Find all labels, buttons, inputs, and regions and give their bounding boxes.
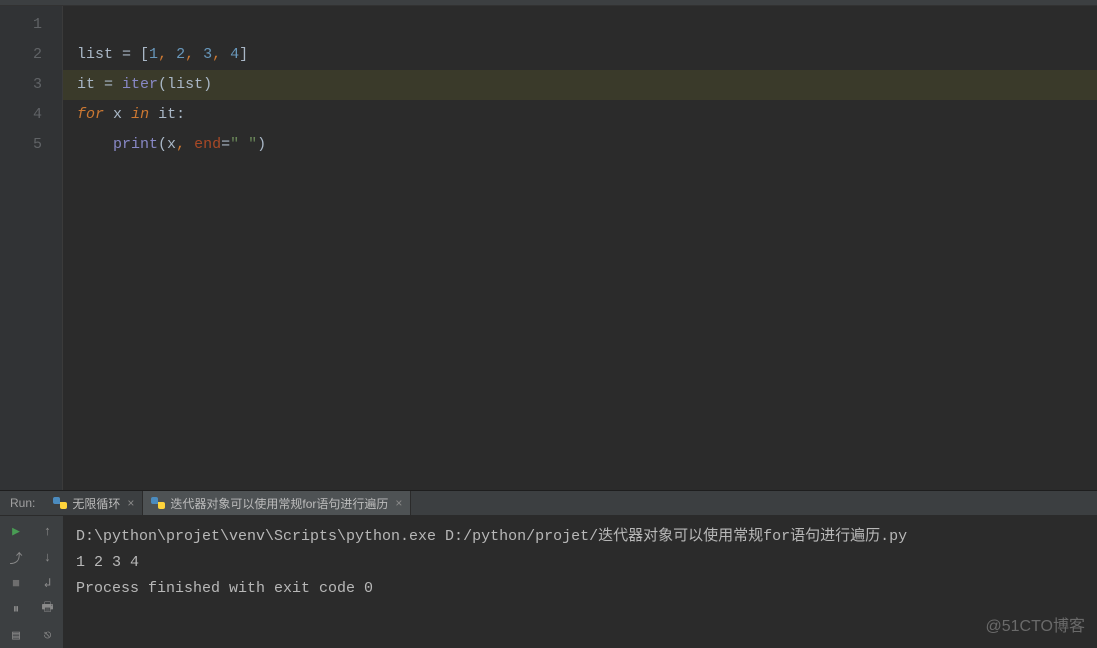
print-icon[interactable]: 🖶 bbox=[39, 600, 57, 618]
code-editor[interactable]: list = [1, 2, 3, 4] it = iter(list) for … bbox=[63, 6, 1097, 490]
console-command: D:\python\projet\venv\Scripts\python.exe… bbox=[76, 524, 1085, 550]
run-tab-0[interactable]: 无限循环 × bbox=[45, 491, 143, 515]
pause-icon[interactable]: ⏸ bbox=[7, 600, 25, 618]
line-number: 3 bbox=[0, 70, 42, 100]
debug-icon[interactable]: ⤴ bbox=[7, 548, 25, 566]
editor-area: 1 2 3 4 5 list = [1, 2, 3, 4] it = iter(… bbox=[0, 6, 1097, 490]
layout-icon[interactable]: ▤ bbox=[7, 626, 25, 644]
run-panel: Run: 无限循环 × 迭代器对象可以使用常规for语句进行遍历 × ▶ ⤴ ■… bbox=[0, 490, 1097, 648]
run-tab-1[interactable]: 迭代器对象可以使用常规for语句进行遍历 × bbox=[143, 491, 411, 515]
code-line-5[interactable]: print(x, end=" ") bbox=[77, 130, 1097, 160]
console-exit: Process finished with exit code 0 bbox=[76, 576, 1085, 602]
rerun-icon[interactable]: ▶ bbox=[7, 522, 25, 540]
close-icon[interactable]: × bbox=[127, 496, 134, 510]
run-body: ▶ ⤴ ■ ⏸ ▤ ↑ ↓ ↲ 🖶 ⎋ D:\python\projet\ven… bbox=[0, 515, 1097, 648]
code-line-1[interactable] bbox=[77, 10, 1097, 40]
line-number: 2 bbox=[0, 40, 42, 70]
run-toolbar-second: ↑ ↓ ↲ 🖶 ⎋ bbox=[32, 516, 64, 648]
code-line-4[interactable]: for x in it: bbox=[77, 100, 1097, 130]
console-stdout: 1 2 3 4 bbox=[76, 550, 1085, 576]
line-number: 4 bbox=[0, 100, 42, 130]
line-number: 1 bbox=[0, 10, 42, 40]
python-icon bbox=[53, 496, 67, 510]
python-icon bbox=[151, 496, 165, 510]
console-output[interactable]: D:\python\projet\venv\Scripts\python.exe… bbox=[64, 516, 1097, 648]
stop-icon[interactable]: ■ bbox=[7, 574, 25, 592]
run-tab-label: 无限循环 bbox=[72, 495, 120, 512]
run-tab-label: 迭代器对象可以使用常规for语句进行遍历 bbox=[170, 495, 388, 512]
line-number-gutter: 1 2 3 4 5 bbox=[0, 6, 63, 490]
code-line-2[interactable]: list = [1, 2, 3, 4] bbox=[77, 40, 1097, 70]
close-icon[interactable]: × bbox=[395, 496, 402, 510]
run-toolbar-left: ▶ ⤴ ■ ⏸ ▤ bbox=[0, 516, 32, 648]
run-tabs-row: Run: 无限循环 × 迭代器对象可以使用常规for语句进行遍历 × bbox=[0, 491, 1097, 515]
line-number: 5 bbox=[0, 130, 42, 160]
wrap-icon[interactable]: ↲ bbox=[39, 574, 57, 592]
up-icon[interactable]: ↑ bbox=[39, 522, 57, 540]
run-label: Run: bbox=[0, 496, 45, 510]
code-line-3[interactable]: it = iter(list) bbox=[63, 70, 1097, 100]
filter-icon[interactable]: ⎋ bbox=[39, 626, 57, 644]
down-icon[interactable]: ↓ bbox=[39, 548, 57, 566]
